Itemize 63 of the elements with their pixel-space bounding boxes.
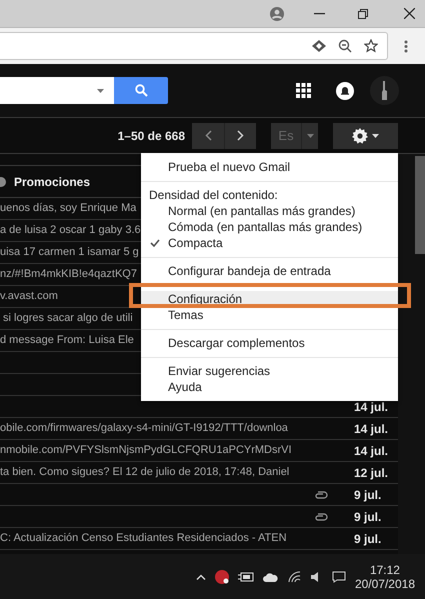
- pagination-text: 1–50 de 668: [118, 128, 185, 144]
- menu-item[interactable]: Enviar sugerencias: [141, 363, 398, 379]
- email-snippet: a de luisa 2 oscar 1 gaby 3.6: [0, 223, 141, 238]
- email-snippet: ta bien. Como sigues? El 12 de julio de 2018, 17:48, Daniel: [0, 465, 290, 480]
- zoom-out-icon[interactable]: [338, 39, 352, 53]
- cloud-icon[interactable]: [262, 572, 279, 582]
- email-snippet: C: Actualización Censo Estudiantes Residenciados - ATEN: [0, 531, 287, 546]
- menu-option[interactable]: Cómoda (en pantallas más grandes): [141, 219, 398, 235]
- email-date: 14 jul.: [354, 442, 390, 460]
- search-field[interactable]: [0, 77, 114, 104]
- caret-icon: [97, 88, 104, 92]
- email-date: 9 jul.: [354, 530, 382, 548]
- menu-option[interactable]: Compacta: [141, 235, 398, 251]
- scrollbar[interactable]: [415, 156, 425, 254]
- menu-item[interactable]: Configurar bandeja de entrada: [141, 263, 398, 279]
- menu-icon[interactable]: [404, 40, 408, 52]
- clock-date[interactable]: 20/07/2018: [354, 576, 415, 590]
- email-date: 12 jul.: [354, 464, 390, 482]
- email-snippet: si logres sacar algo de utili: [2, 311, 133, 326]
- menu-item[interactable]: Descargar complementos: [141, 335, 398, 351]
- search-icon: [134, 84, 148, 97]
- app-tray-icon[interactable]: [214, 570, 229, 584]
- category-tab[interactable]: Promociones: [14, 172, 90, 190]
- menu-section-title: Densidad del contenido:: [148, 187, 279, 203]
- email-snippet: obile.com/firmwares/galaxy-s4-mini/GT-I9192/TTT/downloa: [0, 421, 288, 436]
- email-date: 9 jul.: [354, 486, 382, 504]
- chevron-up-icon[interactable]: [196, 574, 206, 580]
- email-snippet: v.avast.com: [0, 289, 58, 304]
- apps-grid-icon[interactable]: [296, 83, 311, 98]
- avatar-icon[interactable]: [370, 76, 399, 105]
- email-snippet: uenos días, soy Enrique Ma: [0, 201, 136, 216]
- message-icon[interactable]: [332, 570, 346, 582]
- chevron-left-icon: [204, 130, 212, 141]
- email-date: 9 jul.: [354, 508, 382, 526]
- email-date: 14 jul.: [354, 420, 390, 438]
- email-snippet: nmobile.com/PVFYSlsmNjsmPydGLCFQRU1aPCYrMDsrVI: [0, 443, 292, 458]
- profile-icon[interactable]: [270, 6, 284, 20]
- chevron-right-icon: [237, 130, 244, 141]
- menu-option[interactable]: Normal (en pantallas más grandes): [141, 203, 398, 219]
- star-icon[interactable]: [364, 39, 378, 53]
- email-snippet: nz/#!Bm4mkKIB!e4qaztKQ7: [0, 267, 137, 282]
- close-icon[interactable]: [404, 8, 415, 19]
- battery-icon[interactable]: [238, 572, 254, 582]
- minimize-icon[interactable]: [314, 12, 325, 14]
- email-date: 14 jul.: [354, 398, 390, 416]
- menu-item[interactable]: Temas: [141, 307, 398, 323]
- settings-icon: [352, 128, 368, 144]
- address-field[interactable]: [0, 32, 388, 60]
- diamond-icon[interactable]: [312, 40, 326, 52]
- caret-icon: [372, 134, 379, 138]
- menu-item[interactable]: Prueba el nuevo Gmail: [141, 159, 398, 175]
- notifications-icon[interactable]: [336, 82, 354, 100]
- caret-icon: [306, 134, 314, 138]
- next-page-button[interactable]: [224, 122, 256, 148]
- email-snippet: d message From: Luisa Ele: [0, 333, 134, 348]
- settings-button[interactable]: [333, 122, 398, 148]
- restore-icon[interactable]: [358, 8, 368, 18]
- email-snippet: uisa 17 carmen 1 isamar 5 g: [0, 245, 139, 260]
- wifi-icon[interactable]: [288, 570, 302, 582]
- search-button[interactable]: [114, 77, 168, 104]
- input-tools-menu-button[interactable]: [301, 122, 318, 148]
- clock-time[interactable]: 17:12: [370, 562, 400, 576]
- menu-item[interactable]: Ayuda: [141, 379, 398, 395]
